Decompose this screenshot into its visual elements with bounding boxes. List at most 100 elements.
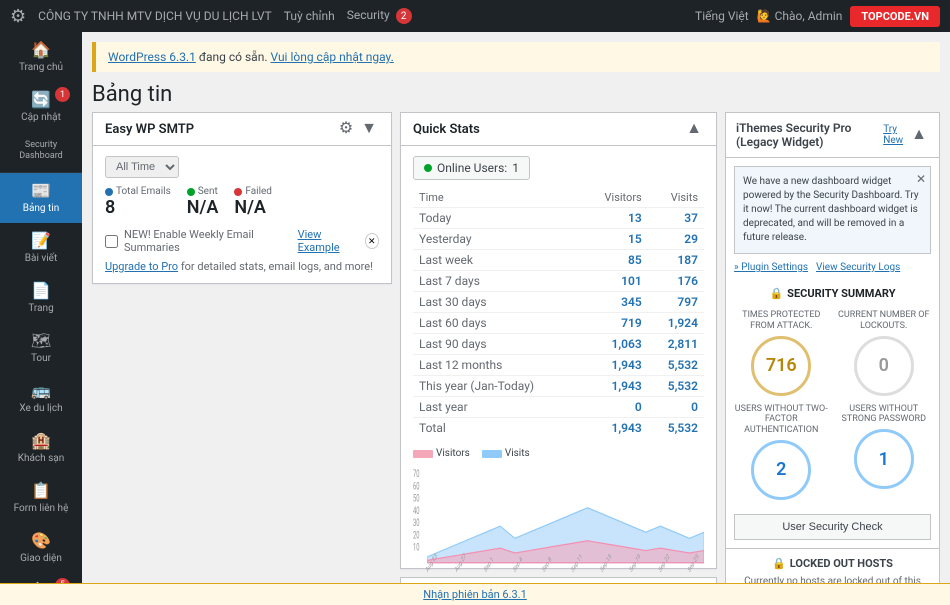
plugin-badge: 5 [55, 578, 70, 583]
notice-text: We have a new dashboard widget powered b… [743, 176, 919, 243]
sidebar-label-tour: Tour [31, 353, 51, 365]
plugin-icon: 🔌 [31, 581, 51, 583]
table-row: Last year00 [413, 397, 704, 418]
row-visitors[interactable]: 1,943 [582, 376, 648, 397]
version-link[interactable]: Nhận phiên bản 6.3.1 [423, 588, 527, 601]
sidebar-item-bang-tin[interactable]: 📰 Bảng tin [0, 173, 82, 223]
update-now-link[interactable]: Vui lòng cập nhật ngay. [270, 50, 393, 64]
total-emails-dot [105, 188, 113, 196]
sidebar-item-form-lien-he[interactable]: 📋 Form liên hệ [0, 473, 82, 523]
user-security-btn[interactable]: User Security Check [734, 514, 931, 540]
table-row: Total1,9435,532 [413, 418, 704, 439]
wp-version-link[interactable]: WordPress 6.3.1 [108, 50, 196, 64]
sidebar-label-xe: Xe du lịch [19, 403, 62, 415]
sent-group: Sent N/A [187, 186, 219, 218]
smtp-checkbox-row: NEW! Enable Weekly Email Summaries View … [105, 228, 379, 254]
notice-links: » Plugin Settings View Security Logs [734, 262, 931, 273]
topbar-left: ⚙ CÔNG TY TNHH MTV DỊCH VỤ DU LỊCH LVT T… [10, 6, 412, 27]
cap-nhat-badge: 1 [55, 87, 70, 102]
row-time: Yesterday [413, 229, 582, 250]
failed-value: N/A [234, 197, 272, 218]
row-visits[interactable]: 5,532 [648, 355, 704, 376]
legend-visits-label: Visits [505, 448, 530, 459]
row-visits[interactable]: 187 [648, 250, 704, 271]
smtp-widget-body: All Time Total Emails 8 [93, 146, 391, 283]
row-visitors[interactable]: 15 [582, 229, 648, 250]
language-selector[interactable]: Tiếng Việt [695, 9, 749, 23]
column-3: iThemes Security Pro (Legacy Widget) Try… [725, 112, 940, 583]
smtp-collapse-btn[interactable]: ▼ [359, 121, 379, 137]
smtp-info: Upgrade to Pro for detailed stats, email… [105, 260, 379, 273]
sidebar-item-tour[interactable]: 🗺 Tour [0, 323, 82, 373]
weekly-email-checkbox[interactable] [105, 235, 118, 248]
locked-hosts-section: 🔒 LOCKED OUT HOSTS Currently no hosts ar… [726, 548, 939, 583]
dashboard-columns: Easy WP SMTP ⚙ ▼ All Time [82, 112, 950, 583]
chart-svg: 70 60 50 40 30 20 10 [413, 465, 704, 575]
row-visits[interactable]: 0 [648, 397, 704, 418]
sidebar-item-trang-chu[interactable]: 🏠 Trang chủ [0, 32, 82, 82]
legend-visitors: Visitors [413, 448, 470, 459]
sidebar-item-plugin[interactable]: 🔌 Plugin 5 [0, 573, 82, 583]
security-link[interactable]: Security 2 [347, 8, 412, 25]
ithemes-collapse-btn[interactable]: ▲ [909, 127, 929, 143]
row-time: Today [413, 208, 582, 229]
row-time: Total [413, 418, 582, 439]
sidebar-item-xe-du-lich[interactable]: 🚌 Xe du lịch [0, 373, 82, 423]
row-visitors[interactable]: 101 [582, 271, 648, 292]
row-visits[interactable]: 176 [648, 271, 704, 292]
row-visits[interactable]: 1,924 [648, 313, 704, 334]
svg-text:40: 40 [413, 505, 420, 516]
stats-chart: Visitors Visits 70 60 [413, 448, 704, 558]
quick-stats-toggle-btn[interactable]: ▲ [684, 121, 704, 137]
row-visitors[interactable]: 1,063 [582, 334, 648, 355]
notice-close-btn[interactable]: ✕ [916, 171, 926, 188]
sidebar-item-giao-dien[interactable]: 🎨 Giao diện [0, 523, 82, 573]
table-row: Last 12 months1,9435,532 [413, 355, 704, 376]
table-row: Last 90 days1,0632,811 [413, 334, 704, 355]
smtp-info-btn[interactable]: ✕ [365, 233, 379, 249]
bang-tin-icon: 📰 [31, 181, 51, 200]
row-visits[interactable]: 29 [648, 229, 704, 250]
svg-text:10: 10 [413, 542, 420, 553]
sidebar-item-cap-nhat[interactable]: 🔄 Cập nhật 1 [0, 82, 82, 132]
row-visits[interactable]: 5,532 [648, 418, 704, 439]
upgrade-link[interactable]: Upgrade to Pro [105, 260, 178, 273]
table-row: This year (Jan-Today)1,9435,532 [413, 376, 704, 397]
table-row: Last week85187 [413, 250, 704, 271]
row-visitors[interactable]: 719 [582, 313, 648, 334]
smtp-configure-btn[interactable]: ⚙ [337, 121, 355, 137]
two-factor-value: 2 [751, 440, 811, 500]
sidebar-item-security-dashboard[interactable]: Security Dashboard [0, 132, 82, 170]
wp-logo-icon: ⚙ [10, 6, 26, 27]
view-example-link[interactable]: View Example [298, 228, 359, 254]
security-log-link[interactable]: View Security Logs [816, 262, 900, 273]
smtp-time-filter[interactable]: All Time [105, 156, 179, 178]
failed-group: Failed N/A [234, 186, 272, 218]
row-visitors[interactable]: 1,943 [582, 355, 648, 376]
row-visits[interactable]: 37 [648, 208, 704, 229]
row-visitors[interactable]: 13 [582, 208, 648, 229]
company-name[interactable]: CÔNG TY TNHH MTV DỊCH VỤ DU LỊCH LVT [38, 9, 272, 23]
row-visitors[interactable]: 1,943 [582, 418, 648, 439]
col-visitors: Visitors [582, 188, 648, 208]
sidebar-item-trang[interactable]: 📄 Trang [0, 273, 82, 323]
row-visitors[interactable]: 345 [582, 292, 648, 313]
row-visitors[interactable]: 0 [582, 397, 648, 418]
legend-blue-box [482, 450, 502, 458]
row-visits[interactable]: 797 [648, 292, 704, 313]
greeting-text: 🙋 Chào, Admin [757, 9, 843, 23]
sidebar-item-khach-san[interactable]: 🏨 Khách sạn [0, 423, 82, 473]
row-visitors[interactable]: 85 [582, 250, 648, 271]
tuy-chinh-link[interactable]: Tuỳ chỉnh [284, 9, 335, 23]
page-title: Bảng tin [92, 82, 940, 107]
plugin-settings-link[interactable]: » Plugin Settings [734, 262, 808, 273]
row-visits[interactable]: 2,811 [648, 334, 704, 355]
row-time: Last 12 months [413, 355, 582, 376]
svg-text:60: 60 [413, 481, 420, 492]
try-new-link[interactable]: Try New [883, 124, 903, 146]
sidebar-item-bai-viet[interactable]: 📝 Bài viết [0, 223, 82, 273]
row-visits[interactable]: 5,532 [648, 376, 704, 397]
row-time: Last week [413, 250, 582, 271]
topbar-right: Tiếng Việt 🙋 Chào, Admin TOPCODE.VN [695, 6, 940, 27]
lock-icon: 🔒 [772, 557, 786, 570]
